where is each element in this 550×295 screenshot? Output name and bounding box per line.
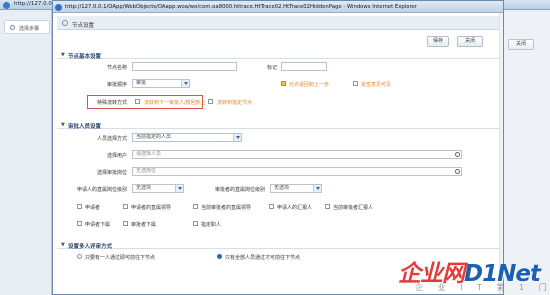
opt-approver-reporter-label: 当前审批者汇报人 [333, 205, 374, 211]
approve-visible-label: 批签意见可见 [361, 82, 392, 88]
node-settings-title: 节点设置 [72, 22, 95, 29]
opt-applicant-reporter-label: 申请人的汇报人 [277, 205, 313, 211]
collapse-arrow-icon: ▼ [61, 121, 65, 128]
approver-level-label: 审批者的直属岗位级别 [214, 187, 265, 193]
opt-approver-leader-label: 当前审批者的直属领导 [201, 205, 252, 211]
approve-order-label: 审批顺序 [106, 82, 127, 88]
approve-order-value: 审批 [136, 80, 147, 86]
select-user-placeholder: 请选择人员 [136, 151, 162, 157]
all-pass-radio[interactable] [217, 254, 222, 259]
opt-applicant-subordinate-checkbox[interactable] [77, 221, 82, 226]
special-flow-label: 特殊流转方式 [96, 100, 127, 106]
applicant-level-value: 无选项 [136, 185, 152, 191]
opt-approver-leader-checkbox[interactable] [193, 204, 198, 209]
collapse-arrow-icon: ▼ [61, 51, 65, 58]
node-settings-header: 节点设置 [57, 16, 499, 30]
applicant-level-select[interactable]: 无选项 [132, 184, 184, 193]
node-name-input[interactable] [132, 62, 237, 71]
select-user-input[interactable]: 请选择人员 [132, 150, 462, 159]
multi-review-section: ▼ 设置多人评审方式 只要有一人通过即可前往下节点 只有全部人员通过才可前往下节… [57, 240, 499, 280]
chevron-down-icon [175, 185, 183, 192]
special-flow-option2-label: 流转到指定节点 [217, 100, 253, 106]
opt-approver-subordinate-label: 审批者下属 [131, 222, 157, 228]
special-flow-option2-checkbox[interactable] [208, 99, 213, 104]
applicant-level-label: 申请人的直属岗位级别 [76, 187, 127, 193]
opt-designated-checkbox[interactable] [193, 221, 198, 226]
basic-settings-section: ▼ 节点基本设置 节点名称 标记 审批顺序 审批 允许退回到上一步 批签意见可见… [57, 50, 499, 120]
chevron-down-icon [233, 134, 241, 141]
opt-applicant-subordinate-label: 申请者下属 [85, 222, 111, 228]
approver-settings-header[interactable]: ▼ 审批人员设置 [57, 120, 499, 130]
select-step-label: 选择步骤 [19, 26, 40, 32]
approve-visible-checkbox[interactable] [353, 81, 358, 86]
select-position-placeholder: 无选岗位 [136, 168, 157, 174]
close-button[interactable]: 关闭 [457, 36, 483, 47]
mark-input[interactable] [281, 62, 327, 71]
all-pass-label: 只有全部人员通过才可前往下节点 [225, 255, 301, 261]
settings-icon [62, 20, 68, 26]
approve-order-select[interactable]: 审批 [132, 79, 190, 88]
select-method-label: 人员选择方式 [96, 136, 127, 142]
approver-level-select[interactable]: 无选项 [270, 184, 322, 193]
basic-settings-title: 节点基本设置 [68, 53, 102, 60]
opt-designated-label: 指定职人 [201, 222, 222, 228]
opt-applicant-checkbox[interactable] [77, 204, 82, 209]
vertical-scrollbar[interactable] [499, 13, 503, 294]
save-button[interactable]: 保存 [427, 36, 449, 47]
select-step-tab[interactable]: 选择步骤 [4, 20, 50, 34]
background-close-button[interactable]: 关闭 [508, 39, 534, 50]
node-settings-dialog: http://127.0.0.1/OApp/WebObjects/OAapp.w… [52, 0, 504, 295]
special-flow-option1-checkbox[interactable] [135, 99, 140, 104]
opt-applicant-leader-checkbox[interactable] [123, 204, 128, 209]
approver-settings-section: ▼ 审批人员设置 人员选择方式 当前指定的人员 选择用户 请选择人员 选择审批岗… [57, 120, 499, 240]
gear-icon[interactable] [455, 152, 460, 157]
chevron-down-icon [313, 185, 321, 192]
allow-back-checkbox[interactable] [281, 81, 286, 86]
background-right-panel: 关闭 [502, 10, 550, 295]
select-position-input[interactable]: 无选岗位 [132, 167, 462, 176]
toolbar: 保存 关闭 [57, 30, 499, 50]
mark-label: 标记 [266, 65, 277, 71]
allow-back-label: 允许退回到上一步 [289, 82, 330, 88]
select-method-value: 当前指定的人员 [136, 134, 172, 140]
step-icon [10, 25, 15, 30]
select-method-select[interactable]: 当前指定的人员 [132, 133, 242, 142]
basic-settings-header[interactable]: ▼ 节点基本设置 [57, 50, 499, 60]
any-one-pass-radio[interactable] [77, 254, 82, 259]
multi-review-header[interactable]: ▼ 设置多人评审方式 [57, 240, 499, 250]
opt-applicant-reporter-checkbox[interactable] [269, 204, 274, 209]
approver-level-value: 无选项 [274, 185, 290, 191]
opt-applicant-label: 申请者 [85, 205, 101, 211]
gear-icon[interactable] [455, 169, 460, 174]
any-one-pass-label: 只要有一人通过即可前往下节点 [85, 255, 156, 261]
background-left-panel: 选择步骤 [0, 10, 52, 295]
approver-settings-title: 审批人员设置 [68, 123, 102, 130]
opt-applicant-leader-label: 申请者的直属领导 [131, 205, 172, 211]
dialog-titlebar: http://127.0.0.1/OApp/WebObjects/OAapp.w… [53, 1, 503, 13]
node-name-label: 节点名称 [106, 65, 127, 71]
ie-icon [55, 3, 62, 11]
opt-approver-reporter-checkbox[interactable] [325, 204, 330, 209]
chevron-down-icon [181, 80, 189, 87]
collapse-arrow-icon: ▼ [61, 241, 65, 248]
opt-approver-subordinate-checkbox[interactable] [123, 221, 128, 226]
select-user-label: 选择用户 [106, 153, 127, 159]
special-flow-option1-label: 流转到下一审批人/按回到上 [144, 100, 206, 106]
dialog-title: http://127.0.0.1/OApp/WebObjects/OAapp.w… [65, 3, 417, 10]
multi-review-title: 设置多人评审方式 [68, 243, 113, 250]
select-position-label: 选择审批岗位 [96, 170, 127, 176]
ie-icon [3, 1, 10, 9]
